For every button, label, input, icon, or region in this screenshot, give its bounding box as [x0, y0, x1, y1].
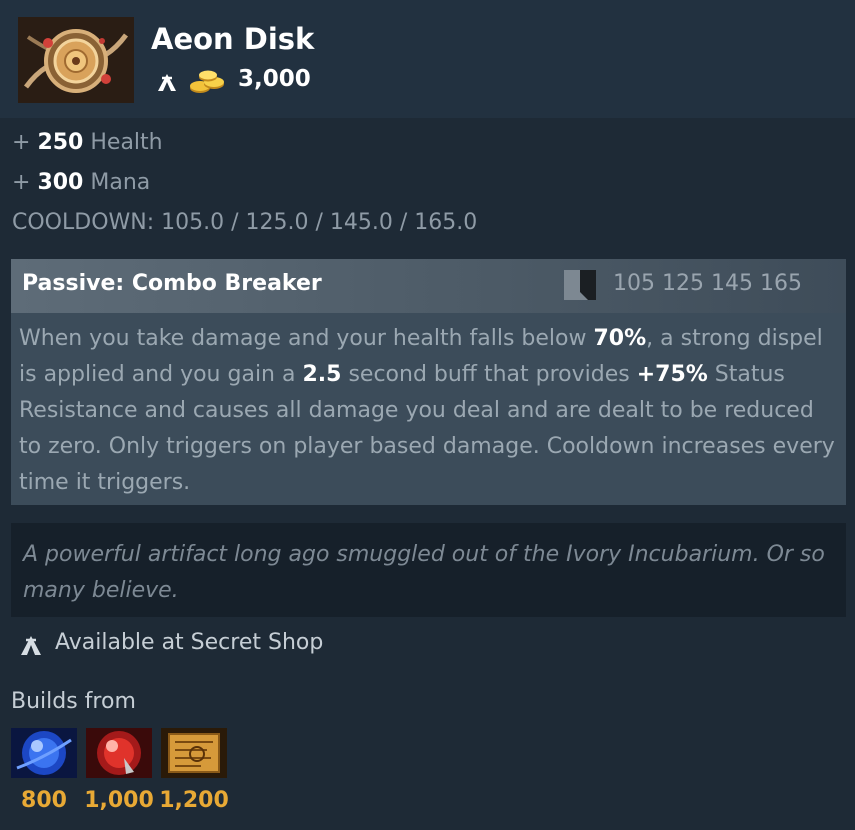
ability-panel: Passive: Combo Breaker 105 125 145 165 W… [11, 259, 846, 505]
ability-title: Passive: Combo Breaker [22, 271, 322, 296]
shop-availability: Available at Secret Shop [55, 630, 324, 655]
red-orb-icon [86, 728, 152, 778]
blue-orb-icon [11, 728, 77, 778]
secret-shop-icon [158, 74, 176, 91]
ability-cooldowns: 105 125 145 165 [613, 271, 802, 296]
lore-text: A powerful artifact long ago smuggled ou… [23, 542, 825, 603]
attribute-health: + 250 Health [12, 130, 163, 155]
lore-panel: A powerful artifact long ago smuggled ou… [11, 523, 846, 617]
attribute-prefix: + [12, 130, 31, 155]
component-item[interactable] [11, 728, 77, 778]
desc-value: 70% [593, 326, 647, 351]
attribute-label: Health [90, 130, 163, 155]
attribute-value: 250 [37, 130, 84, 155]
item-header: Aeon Disk 3,000 [0, 0, 855, 118]
ability-description: When you take damage and your health fal… [19, 321, 841, 501]
component-item[interactable] [86, 728, 152, 778]
cooldown-icon [564, 270, 596, 300]
builds-from-label: Builds from [11, 689, 136, 714]
desc-value: +75% [636, 362, 708, 387]
attribute-label: Mana [90, 170, 151, 195]
desc-text: second buff that provides [341, 362, 637, 387]
component-cost: 1,000 [84, 788, 154, 813]
attribute-value: 300 [37, 170, 84, 195]
attribute-prefix: + [12, 170, 31, 195]
gold-coins-icon [190, 70, 224, 93]
component-item[interactable] [161, 728, 227, 778]
attribute-mana: + 300 Mana [12, 170, 150, 195]
cooldown-line: COOLDOWN: 105.0 / 125.0 / 145.0 / 165.0 [12, 210, 478, 235]
aeon-disk-icon [18, 17, 134, 103]
component-cost: 800 [21, 788, 67, 813]
item-cost: 3,000 [238, 66, 311, 92]
desc-text: When you take damage and your health fal… [19, 326, 594, 351]
secret-shop-icon [21, 636, 41, 655]
component-cost: 1,200 [159, 788, 229, 813]
desc-value: 2.5 [302, 362, 342, 387]
item-name: Aeon Disk [151, 22, 315, 56]
ability-header: Passive: Combo Breaker 105 125 145 165 [11, 259, 846, 313]
recipe-scroll-icon [161, 728, 227, 778]
